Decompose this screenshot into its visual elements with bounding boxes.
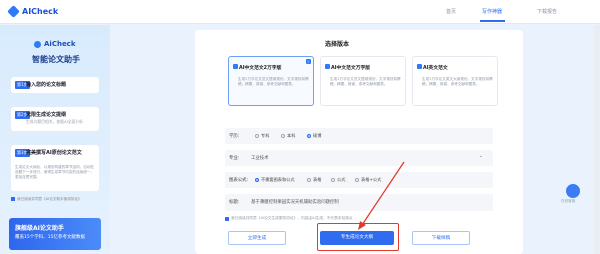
charts-option-none[interactable]: 不需要图表和公式 [255,177,295,183]
charts-option-both[interactable]: 表格+公式 [355,177,381,183]
scrollbar[interactable] [594,25,600,254]
step-2-heading: 无限生成论文提纲 [26,112,67,118]
charts-option-formula[interactable]: 公式 [331,177,345,183]
nav-download-report[interactable]: 下载报告 [537,8,557,15]
step-1-heading: 输入您的论文标题 [26,82,67,88]
panel-title: 选择版本 [325,41,350,48]
sidebar-brand-name: AiCheck [44,40,76,48]
logo[interactable]: AICheck [7,5,59,18]
degree-option-master[interactable]: 硕博 [307,133,321,139]
version-card-en[interactable]: AI英文范文 生成1万字论文英文大纲规划，文字规划拟撰稿，摘要、致谢、参考文献和… [412,56,498,106]
charts-option-table[interactable]: 表格 [307,177,321,183]
degree-label: 学历: [229,134,240,139]
card-description: 生成2万字论文范文提纲规划，文字规划拟撰稿，摘要、致谢、参考文献和图表。 [238,77,309,86]
customer-service-label: 在线客服 [561,199,576,203]
sidebar-agree-text: 我已阅读并同意《AI论文助手使用协议》 [17,197,82,201]
major-label: 专业: [229,156,240,161]
ai-icon [233,64,238,69]
promo-subtitle: 覆盖15个学科、15亿参考文献数据 [15,235,85,240]
step-1: 第1步 输入您的论文标题 [11,77,99,93]
sidebar-agree[interactable]: 我已阅读并同意《AI论文助手使用协议》 [11,197,82,202]
chevron-down-icon[interactable]: ⌄ [479,153,483,159]
logo-icon [7,5,20,18]
step-3: 第3步 完美撰写AI原创论文范文 生成论文大纲后，以规划构建的章节结构，自动在选… [11,145,99,191]
charts-label: 图表公式: [229,178,249,183]
checkbox-icon [11,197,15,201]
ai-icon [417,64,422,69]
degree-row: 学历: 专科 本科 硕博 [225,128,493,144]
title-input[interactable]: 基于薄膜控制果园实况天机辅助实验问题控制 [251,199,339,205]
highlight-box [317,223,399,251]
nav-home[interactable]: 首页 [446,8,456,15]
customer-service-icon[interactable] [566,184,580,198]
step-2-subtext: 生成与题目相关，依据AI全面分析 [26,119,83,124]
card-title: AI中文范文万字版 [331,66,371,71]
card-description: 生成1万字论文范文提纲规划，文字规划拟撰稿，摘要、致谢、参考文献和图表。 [330,77,401,86]
generate-now-button[interactable]: 立即生成 [228,231,286,245]
active-tab-indicator [480,20,505,22]
terms-text: 我已阅读并同意《AI论文生成服务协议》，内容由AI生成，不代表本站观点 [231,216,353,220]
version-card-cn-10k[interactable]: AI中文范文万字版 生成1万字论文范文提纲规划，文字规划拟撰稿，摘要、致谢、参考… [320,56,406,106]
robot-icon [34,40,41,48]
main-panel: 选择版本 AI中文范文2万字版 生成2万字论文范文提纲规划，文字规划拟撰稿，摘要… [195,30,523,254]
sidebar-title: 智能论文助手 [32,55,80,64]
checkbox-icon[interactable] [225,216,229,221]
card-description: 生成1万字论文英文大纲规划，文字规划拟撰稿，摘要、致谢、参考文献和图表。 [422,77,493,86]
promo-title: 旗舰级AI论文助手 [15,225,64,232]
promo-banner[interactable]: 旗舰级AI论文助手 覆盖15个学科、15亿参考文献数据 [9,218,101,250]
sidebar-brand: AiCheck [34,40,76,48]
nav-writing-tool[interactable]: 写作神器 [482,8,502,15]
ai-icon [325,64,330,69]
selected-check-icon: ✓ [306,59,311,64]
title-row[interactable]: 标题: 基于薄膜控制果园实况天机辅助实验问题控制 [225,194,493,211]
major-select[interactable]: 工业技术 [251,155,269,161]
title-label: 标题: [229,200,240,205]
version-card-cn-20k[interactable]: AI中文范文2万字版 生成2万字论文范文提纲规划，文字规划拟撰稿，摘要、致谢、参… [228,56,314,106]
major-row[interactable]: 专业: 工业技术 ⌄ [225,150,493,166]
step-3-description: 生成论文大纲后，以规划构建的章节结构，自动在选题下一步进行，使得生成章节内容的连… [15,165,95,179]
degree-option-junior[interactable]: 专科 [255,133,269,139]
terms-agree[interactable]: 我已阅读并同意《AI论文生成服务协议》，内容由AI生成，不代表本站观点 [225,216,353,221]
step-2: 第2步 无限生成论文提纲 生成与题目相关，依据AI全面分析 [11,107,99,131]
brand-name: AICheck [22,7,59,16]
download-sample-button[interactable]: 下载样稿 [412,231,470,245]
step-3-heading: 完美撰写AI原创论文范文 [26,150,82,156]
card-title: AI英文范文 [423,66,448,71]
charts-row: 图表公式: 不需要图表和公式 表格 公式 表格+公式 [225,172,493,188]
degree-option-bachelor[interactable]: 本科 [281,133,295,139]
card-title: AI中文范文2万字版 [239,66,282,71]
top-bar: AICheck 首页 写作神器 下载报告 [0,0,600,24]
